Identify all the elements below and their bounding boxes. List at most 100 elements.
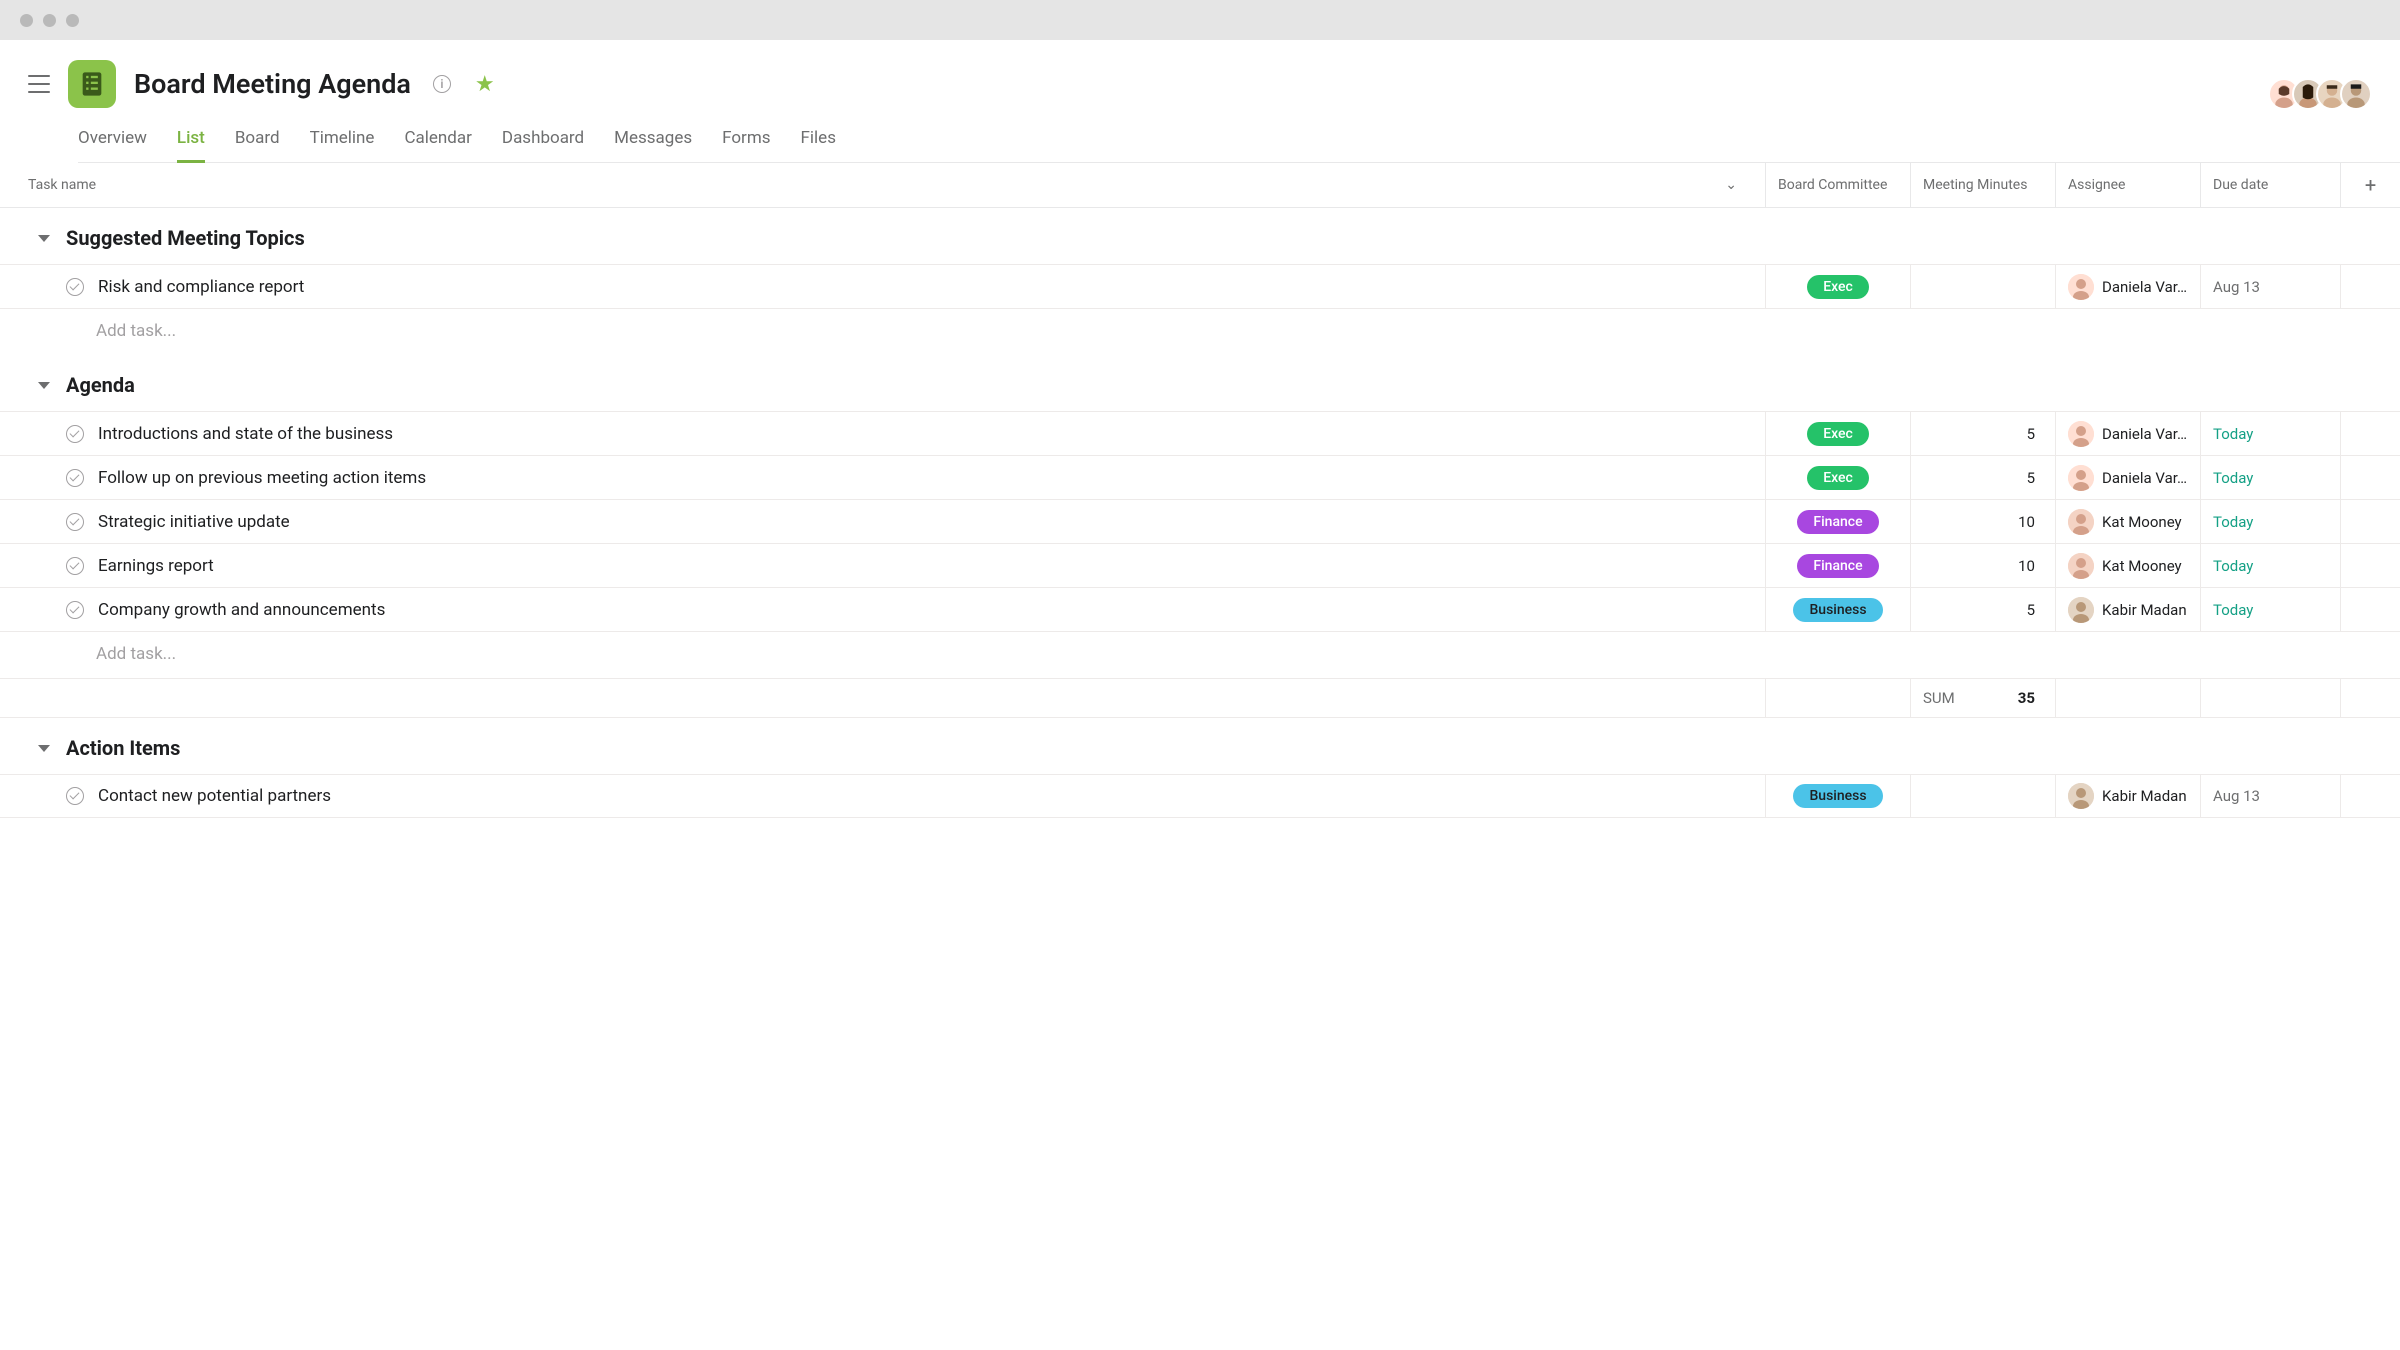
section-header[interactable]: Agenda [0, 355, 2400, 411]
tab-overview[interactable]: Overview [78, 128, 147, 163]
cell-duedate[interactable]: Today [2200, 500, 2340, 543]
task-row[interactable]: Strategic initiative update Finance 10 K… [0, 499, 2400, 543]
cell-committee[interactable]: Business [1765, 775, 1910, 817]
cell-minutes[interactable] [1910, 775, 2055, 817]
cell-committee[interactable]: Exec [1765, 412, 1910, 455]
section-caret-icon[interactable] [38, 745, 50, 752]
assignee-avatar [2068, 553, 2094, 579]
sum-row: SUM35 [0, 678, 2400, 718]
task-main[interactable]: Strategic initiative update [0, 500, 1765, 543]
section-header[interactable]: Action Items [0, 718, 2400, 774]
member-avatars[interactable] [2276, 78, 2372, 110]
committee-pill: Exec [1807, 466, 1869, 490]
column-taskname[interactable]: Task name ⌄ [0, 163, 1765, 207]
task-main[interactable]: Risk and compliance report [0, 265, 1765, 308]
cell-duedate[interactable]: Aug 13 [2200, 775, 2340, 817]
column-assignee[interactable]: Assignee [2055, 163, 2200, 207]
task-row[interactable]: Earnings report Finance 10 Kat Mooney To… [0, 543, 2400, 587]
cell-duedate[interactable]: Aug 13 [2200, 265, 2340, 308]
cell-assignee[interactable]: Kabir Madan [2055, 588, 2200, 631]
column-label: Board Committee [1778, 177, 1887, 193]
cell-committee[interactable]: Exec [1765, 265, 1910, 308]
tab-dashboard[interactable]: Dashboard [502, 128, 584, 163]
tab-timeline[interactable]: Timeline [310, 128, 375, 163]
column-committee[interactable]: Board Committee [1765, 163, 1910, 207]
cell-minutes[interactable] [1910, 265, 2055, 308]
task-main[interactable]: Follow up on previous meeting action ite… [0, 456, 1765, 499]
add-task-button[interactable]: Add task... [0, 631, 2400, 678]
cell-minutes[interactable]: 5 [1910, 456, 2055, 499]
cell-committee[interactable]: Exec [1765, 456, 1910, 499]
cell-duedate[interactable]: Today [2200, 456, 2340, 499]
chevron-down-icon[interactable]: ⌄ [1725, 177, 1737, 193]
complete-check-icon[interactable] [66, 601, 84, 619]
tab-calendar[interactable]: Calendar [404, 128, 471, 163]
cell-minutes[interactable]: 5 [1910, 412, 2055, 455]
task-main[interactable]: Contact new potential partners [0, 775, 1765, 817]
due-label: Today [2213, 557, 2253, 575]
star-icon[interactable]: ★ [475, 72, 495, 97]
task-row[interactable]: Risk and compliance report Exec Daniela … [0, 264, 2400, 308]
task-main[interactable]: Earnings report [0, 544, 1765, 587]
menu-icon[interactable] [28, 75, 50, 93]
task-main[interactable]: Company growth and announcements [0, 588, 1765, 631]
column-duedate[interactable]: Due date [2200, 163, 2340, 207]
task-name: Company growth and announcements [98, 600, 385, 620]
section-title: Action Items [66, 736, 180, 760]
cell-committee[interactable]: Finance [1765, 544, 1910, 587]
cell-assignee[interactable]: Kat Mooney [2055, 544, 2200, 587]
task-row[interactable]: Company growth and announcements Busines… [0, 587, 2400, 631]
assignee-name: Daniela Var... [2102, 425, 2188, 443]
section-caret-icon[interactable] [38, 382, 50, 389]
tab-messages[interactable]: Messages [614, 128, 692, 163]
tab-forms[interactable]: Forms [722, 128, 770, 163]
task-row[interactable]: Follow up on previous meeting action ite… [0, 455, 2400, 499]
cell-assignee[interactable]: Daniela Var... [2055, 456, 2200, 499]
complete-check-icon[interactable] [66, 513, 84, 531]
due-label: Today [2213, 601, 2253, 619]
sum-minutes: SUM35 [1910, 679, 2055, 717]
section-title: Suggested Meeting Topics [66, 226, 305, 250]
section-header[interactable]: Suggested Meeting Topics [0, 208, 2400, 264]
section-caret-icon[interactable] [38, 235, 50, 242]
task-main[interactable]: Introductions and state of the business [0, 412, 1765, 455]
cell-assignee[interactable]: Daniela Var... [2055, 412, 2200, 455]
cell-committee[interactable]: Finance [1765, 500, 1910, 543]
cell-trailing [2340, 588, 2400, 631]
complete-check-icon[interactable] [66, 469, 84, 487]
cell-minutes[interactable]: 5 [1910, 588, 2055, 631]
column-label: Meeting Minutes [1923, 177, 2027, 193]
committee-pill: Business [1793, 784, 1882, 808]
task-name: Strategic initiative update [98, 512, 290, 532]
cell-duedate[interactable]: Today [2200, 588, 2340, 631]
cell-assignee[interactable]: Daniela Var... [2055, 265, 2200, 308]
info-icon[interactable]: i [433, 75, 451, 93]
cell-minutes[interactable]: 10 [1910, 500, 2055, 543]
assignee-avatar [2068, 421, 2094, 447]
task-name: Follow up on previous meeting action ite… [98, 468, 426, 488]
column-minutes[interactable]: Meeting Minutes [1910, 163, 2055, 207]
committee-pill: Exec [1807, 275, 1869, 299]
cell-minutes[interactable]: 10 [1910, 544, 2055, 587]
task-row[interactable]: Contact new potential partners Business … [0, 774, 2400, 818]
task-row[interactable]: Introductions and state of the business … [0, 411, 2400, 455]
project-header: Board Meeting Agenda i ★ [0, 40, 2400, 108]
complete-check-icon[interactable] [66, 425, 84, 443]
cell-duedate[interactable]: Today [2200, 544, 2340, 587]
cell-assignee[interactable]: Kabir Madan [2055, 775, 2200, 817]
complete-check-icon[interactable] [66, 278, 84, 296]
complete-check-icon[interactable] [66, 557, 84, 575]
cell-assignee[interactable]: Kat Mooney [2055, 500, 2200, 543]
add-task-button[interactable]: Add task... [0, 308, 2400, 355]
assignee-name: Kabir Madan [2102, 601, 2187, 619]
tab-list[interactable]: List [177, 128, 205, 163]
add-column-button[interactable]: + [2340, 163, 2400, 207]
window-dot [66, 14, 79, 27]
cell-committee[interactable]: Business [1765, 588, 1910, 631]
cell-duedate[interactable]: Today [2200, 412, 2340, 455]
tab-files[interactable]: Files [801, 128, 836, 163]
avatar[interactable] [2340, 78, 2372, 110]
complete-check-icon[interactable] [66, 787, 84, 805]
tab-board[interactable]: Board [235, 128, 280, 163]
columns-header: Task name ⌄ Board Committee Meeting Minu… [0, 163, 2400, 208]
